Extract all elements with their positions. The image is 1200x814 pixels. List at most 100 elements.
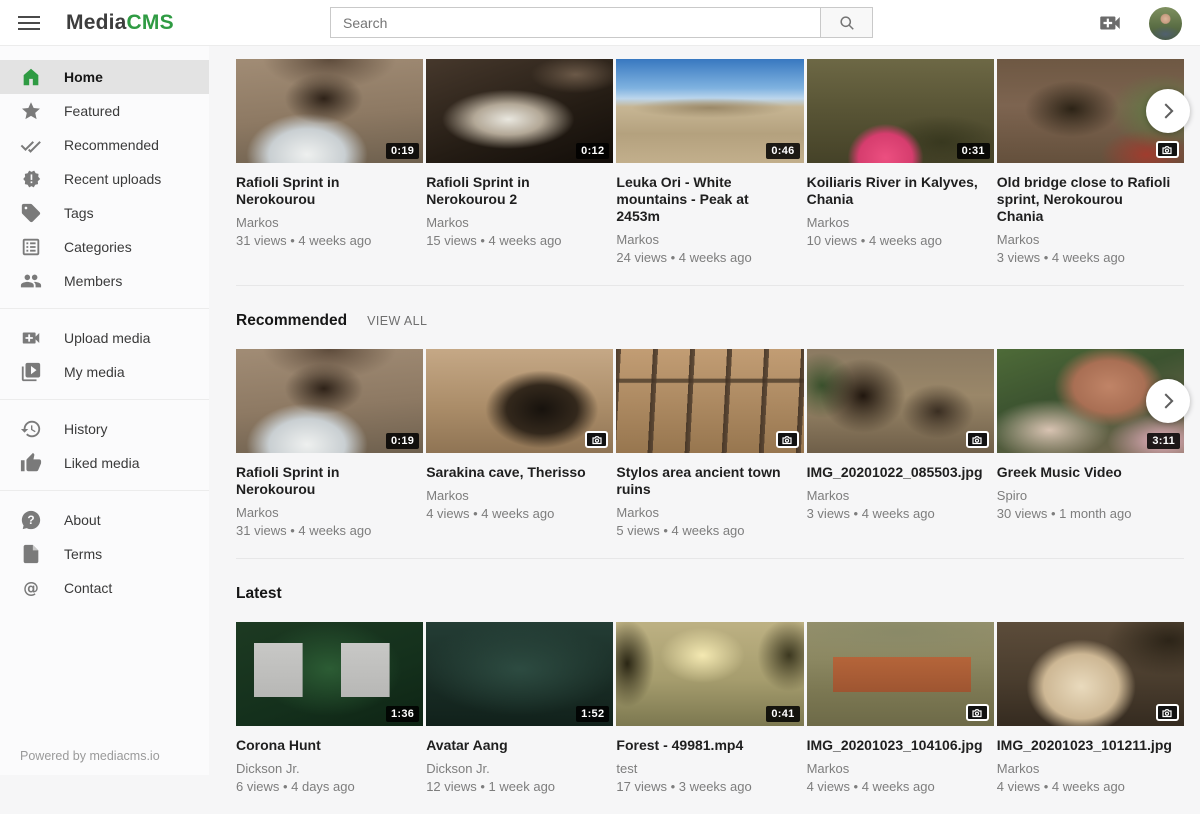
tag-icon — [20, 202, 42, 224]
media-author[interactable]: Dickson Jr. — [236, 761, 423, 776]
media-meta: 4 views • 4 weeks ago — [807, 779, 994, 794]
media-card[interactable]: 0:19 Rafioli Sprint in Nerokourou Markos… — [236, 349, 423, 538]
media-meta: 3 views • 4 weeks ago — [807, 506, 994, 521]
site-logo[interactable]: MediaCMS — [66, 11, 174, 35]
media-thumbnail[interactable] — [807, 349, 994, 453]
top-bar: MediaCMS — [0, 0, 1200, 46]
search-input[interactable] — [330, 7, 820, 38]
sidebar-item-my-media[interactable]: My media — [0, 355, 209, 389]
media-title[interactable]: IMG_20201023_101211.jpg — [997, 737, 1184, 754]
carousel-next-button[interactable] — [1146, 379, 1190, 423]
media-card[interactable]: IMG_20201023_104106.jpg Markos 4 views •… — [807, 622, 994, 794]
media-title[interactable]: IMG_20201023_104106.jpg — [807, 737, 994, 754]
media-thumbnail[interactable]: 0:46 — [616, 59, 803, 163]
media-author[interactable]: Markos — [997, 232, 1184, 247]
media-title[interactable]: Rafioli Sprint in Nerokourou — [236, 174, 423, 208]
sidebar-item-upload-media[interactable]: Upload media — [0, 321, 209, 355]
media-title[interactable]: Stylos area ancient town ruins — [616, 464, 803, 498]
categories-icon — [20, 236, 42, 258]
media-author[interactable]: Markos — [807, 488, 994, 503]
media-thumbnail[interactable]: 0:19 — [236, 59, 423, 163]
media-title[interactable]: Sarakina cave, Therisso — [426, 464, 613, 481]
media-author[interactable]: Spiro — [997, 488, 1184, 503]
sidebar-item-recommended[interactable]: Recommended — [0, 128, 209, 162]
media-thumbnail[interactable]: 0:19 — [236, 349, 423, 453]
media-author[interactable]: Markos — [426, 215, 613, 230]
media-card[interactable]: Old bridge close to Rafioli sprint, Nero… — [997, 59, 1184, 265]
media-title[interactable]: Corona Hunt — [236, 737, 423, 754]
media-thumbnail[interactable]: 0:12 — [426, 59, 613, 163]
media-author[interactable]: Markos — [807, 215, 994, 230]
media-card[interactable]: Stylos area ancient town ruins Markos 5 … — [616, 349, 803, 538]
sidebar-item-members[interactable]: Members — [0, 264, 209, 298]
sidebar-item-history[interactable]: History — [0, 412, 209, 446]
media-author[interactable]: Markos — [426, 488, 613, 503]
media-thumbnail[interactable]: 0:31 — [807, 59, 994, 163]
menu-icon[interactable] — [18, 12, 40, 34]
media-card[interactable]: 1:52 Avatar Aang Dickson Jr. 12 views • … — [426, 622, 613, 794]
sidebar-item-label: About — [64, 512, 101, 528]
duration-badge: 1:52 — [576, 706, 609, 722]
media-card[interactable]: 0:46 Leuka Ori - White mountains - Peak … — [616, 59, 803, 265]
media-title[interactable]: IMG_20201022_085503.jpg — [807, 464, 994, 481]
media-card[interactable]: Sarakina cave, Therisso Markos 4 views •… — [426, 349, 613, 538]
media-card[interactable]: 0:41 Forest - 49981.mp4 test 17 views • … — [616, 622, 803, 794]
media-author[interactable]: Markos — [997, 761, 1184, 776]
media-title[interactable]: Old bridge close to Rafioli sprint, Nero… — [997, 174, 1184, 225]
media-card[interactable]: IMG_20201022_085503.jpg Markos 3 views •… — [807, 349, 994, 538]
sidebar-group: ? About Terms @ Contact — [0, 490, 209, 615]
sidebar-item-label: Liked media — [64, 455, 140, 471]
search-button[interactable] — [820, 7, 873, 38]
sidebar-item-categories[interactable]: Categories — [0, 230, 209, 264]
photo-badge — [776, 431, 799, 448]
sidebar-item-recent-uploads[interactable]: Recent uploads — [0, 162, 209, 196]
sidebar-item-label: History — [64, 421, 108, 437]
media-author[interactable]: test — [616, 761, 803, 776]
sidebar-item-about[interactable]: ? About — [0, 503, 209, 537]
media-card[interactable]: IMG_20201023_101211.jpg Markos 4 views •… — [997, 622, 1184, 794]
camera-icon — [1161, 707, 1173, 719]
media-author[interactable]: Markos — [616, 232, 803, 247]
upload-video-icon[interactable] — [1097, 10, 1123, 36]
sidebar-item-home[interactable]: Home — [0, 60, 209, 94]
media-thumbnail[interactable] — [616, 349, 803, 453]
sidebar-item-liked-media[interactable]: Liked media — [0, 446, 209, 480]
media-thumbnail[interactable] — [997, 622, 1184, 726]
sidebar-item-terms[interactable]: Terms — [0, 537, 209, 571]
sidebar-item-contact[interactable]: @ Contact — [0, 571, 209, 605]
media-meta: 4 views • 4 weeks ago — [997, 779, 1184, 794]
media-thumbnail[interactable]: 1:52 — [426, 622, 613, 726]
user-avatar[interactable] — [1149, 7, 1182, 40]
media-thumbnail[interactable]: 1:36 — [236, 622, 423, 726]
media-author[interactable]: Markos — [616, 505, 803, 520]
photo-badge — [966, 704, 989, 721]
media-thumbnail[interactable]: 0:41 — [616, 622, 803, 726]
media-title[interactable]: Koiliaris River in Kalyves, Chania — [807, 174, 994, 208]
media-title[interactable]: Avatar Aang — [426, 737, 613, 754]
carousel-next-button[interactable] — [1146, 89, 1190, 133]
camera-icon — [971, 707, 983, 719]
svg-text:@: @ — [23, 579, 39, 597]
media-card[interactable]: 0:12 Rafioli Sprint in Nerokourou 2 Mark… — [426, 59, 613, 265]
media-author[interactable]: Markos — [807, 761, 994, 776]
media-card[interactable]: 0:31 Koiliaris River in Kalyves, Chania … — [807, 59, 994, 265]
sidebar-item-featured[interactable]: Featured — [0, 94, 209, 128]
media-author[interactable]: Markos — [236, 505, 423, 520]
new-releases-icon — [20, 168, 42, 190]
sidebar-item-label: Categories — [64, 239, 132, 255]
media-author[interactable]: Markos — [236, 215, 423, 230]
media-thumbnail[interactable] — [807, 622, 994, 726]
media-card[interactable]: 1:36 Corona Hunt Dickson Jr. 6 views • 4… — [236, 622, 423, 794]
view-all-link[interactable]: VIEW ALL — [367, 314, 427, 328]
media-card[interactable]: 0:19 Rafioli Sprint in Nerokourou Markos… — [236, 59, 423, 265]
media-thumbnail[interactable] — [426, 349, 613, 453]
media-card[interactable]: 3:11 Greek Music Video Spiro 30 views • … — [997, 349, 1184, 538]
media-title[interactable]: Rafioli Sprint in Nerokourou 2 — [426, 174, 613, 208]
media-title[interactable]: Rafioli Sprint in Nerokourou — [236, 464, 423, 498]
powered-by-link[interactable]: Powered by mediacms.io — [20, 749, 160, 763]
media-title[interactable]: Greek Music Video — [997, 464, 1184, 481]
media-title[interactable]: Forest - 49981.mp4 — [616, 737, 803, 754]
media-author[interactable]: Dickson Jr. — [426, 761, 613, 776]
media-title[interactable]: Leuka Ori - White mountains - Peak at 24… — [616, 174, 803, 225]
sidebar-item-tags[interactable]: Tags — [0, 196, 209, 230]
